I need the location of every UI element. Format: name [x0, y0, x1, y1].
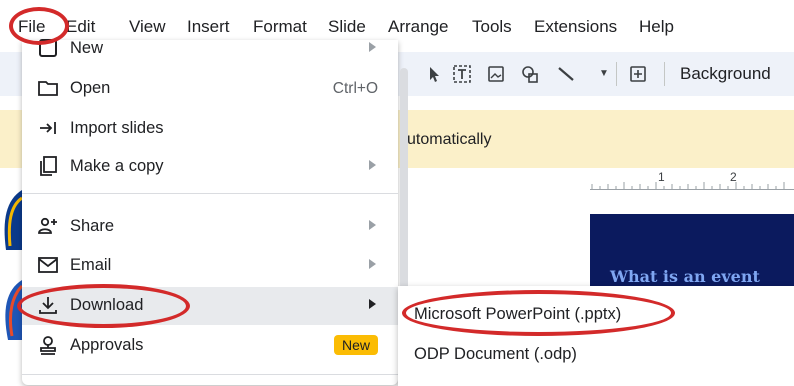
text-box-icon[interactable] — [452, 64, 472, 84]
submenu-arrow-icon — [369, 299, 376, 309]
image-icon[interactable] — [486, 64, 506, 84]
import-arrow-icon — [36, 117, 60, 141]
toolbar-divider — [664, 62, 665, 86]
comment-add-icon[interactable] — [628, 64, 648, 84]
copy-icon — [36, 155, 60, 179]
menu-item-email[interactable]: Email — [22, 247, 398, 285]
menu-help[interactable]: Help — [639, 17, 674, 37]
submenu-arrow-icon — [369, 160, 376, 170]
menu-extensions[interactable]: Extensions — [534, 17, 617, 37]
shape-icon[interactable] — [520, 64, 540, 84]
line-icon[interactable] — [556, 64, 576, 84]
menu-divider — [22, 374, 398, 375]
share-person-add-icon — [36, 215, 60, 239]
menu-item-label: Open — [70, 79, 111, 97]
background-button[interactable]: Background — [680, 64, 771, 84]
menu-item-label: New — [70, 39, 104, 57]
slide-thumbnail-strip[interactable] — [0, 190, 24, 350]
menu-item-open[interactable]: Open Ctrl+O — [22, 70, 398, 108]
menu-item-label: Make a copy — [70, 157, 164, 175]
menu-item-share[interactable]: Share — [22, 208, 398, 246]
ruler-label: 1 — [658, 170, 665, 184]
menu-divider — [22, 193, 398, 194]
submenu-arrow-icon — [369, 220, 376, 230]
toolbar-divider — [616, 62, 617, 86]
menu-item-label: Email — [70, 256, 112, 274]
menu-item-new[interactable]: New — [22, 30, 398, 68]
ruler: 1 2 — [590, 170, 794, 190]
download-odp-option[interactable]: ODP Document (.odp) — [414, 345, 577, 364]
new-badge: New — [333, 335, 378, 355]
menu-item-label: Share — [70, 217, 115, 235]
menu-item-label: Import slides — [70, 119, 164, 137]
download-pptx-option[interactable]: Microsoft PowerPoint (.pptx) — [414, 305, 621, 324]
shortcut-text: Ctrl+O — [332, 80, 378, 97]
approvals-stamp-icon — [36, 334, 60, 358]
download-submenu — [398, 286, 794, 386]
submenu-arrow-icon — [369, 259, 376, 269]
menu-item-download[interactable]: Download — [22, 287, 398, 325]
slide-title: What is an event — [610, 267, 760, 286]
menu-tools[interactable]: Tools — [472, 17, 512, 37]
email-icon — [36, 254, 60, 278]
menu-item-make-a-copy[interactable]: Make a copy — [22, 148, 398, 186]
download-icon — [36, 294, 60, 318]
menu-item-approvals[interactable]: Approvals New — [22, 327, 398, 365]
new-icon — [36, 37, 60, 61]
line-dropdown-icon[interactable]: ▼ — [594, 64, 614, 84]
folder-icon — [36, 77, 60, 101]
menu-item-import-slides[interactable]: Import slides — [22, 110, 398, 148]
cursor-select-icon[interactable] — [424, 64, 444, 84]
menu-item-label: Approvals — [70, 336, 144, 354]
menu-item-label: Download — [70, 296, 144, 314]
submenu-arrow-icon — [369, 42, 376, 52]
ruler-label: 2 — [730, 170, 737, 184]
ruler-ticks — [591, 182, 785, 190]
ruler-baseline — [590, 189, 794, 190]
banner-text: utomatically — [407, 131, 492, 148]
